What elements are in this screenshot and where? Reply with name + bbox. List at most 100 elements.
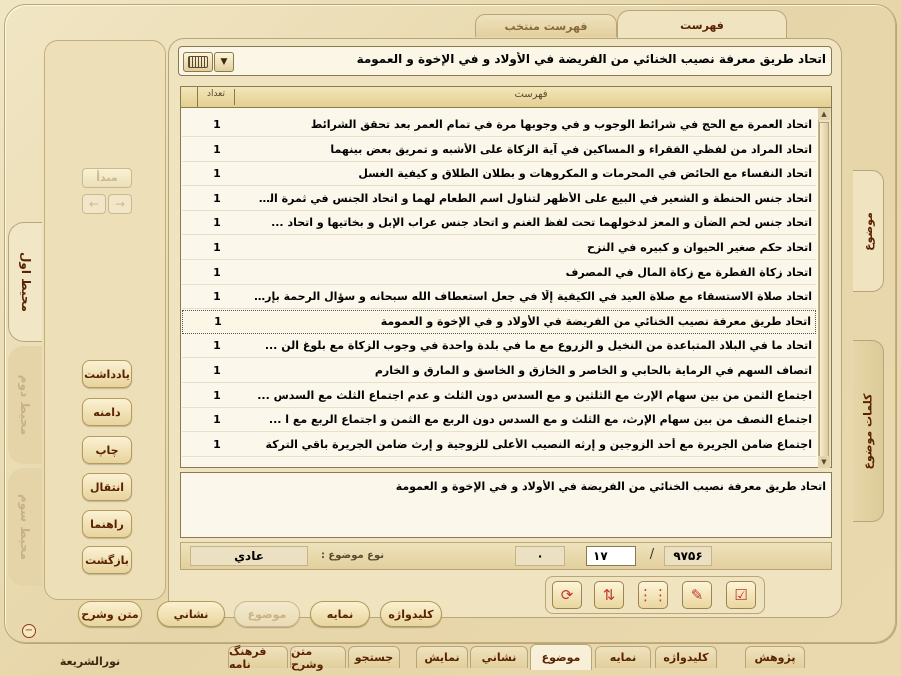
table-row[interactable]: اتحاد العمرة مع الحج في شرائط الوجوب و ف… <box>182 113 816 137</box>
row-title: اتحاد العمرة مع الحج في شرائط الوجوب و ف… <box>310 118 812 131</box>
row-count: 1 <box>213 265 221 279</box>
header-corner <box>181 87 198 107</box>
arrow-right-icon: → <box>114 197 126 211</box>
tab-environment-2[interactable]: محيط دوم <box>8 346 42 464</box>
minus-icon: − <box>24 625 34 636</box>
row-count: 1 <box>213 437 221 451</box>
zero-field: ۰ <box>515 546 565 566</box>
row-count: 1 <box>213 364 221 377</box>
scroll-thumb[interactable] <box>819 122 829 458</box>
text-commentary-button[interactable]: متن وشرح <box>78 601 142 627</box>
row-title: اتحاد المراد من لفظي الفقراء و المساكين … <box>330 142 812 156</box>
row-count: 1 <box>213 339 221 353</box>
row-count: 1 <box>213 216 221 230</box>
tab-dictionary[interactable]: فرهنگ نامه <box>228 645 288 671</box>
tab-topic-words[interactable]: كلمات موضوع <box>853 340 884 522</box>
tab-selected-index[interactable]: فهرست منتخب <box>475 14 617 37</box>
row-title: اتحاد زكاة الفطرة مع زكاة المال في المصر… <box>565 265 812 279</box>
scope-button[interactable]: دامنه <box>82 398 132 426</box>
row-title: اتحاد صلاة الاستسقاء مع صلاة العيد في ال… <box>252 290 812 304</box>
start-button[interactable]: مبدأ <box>82 168 132 188</box>
app-title: نورالشريعة <box>59 655 121 668</box>
table-row[interactable]: اتحاد حكم صغير الحيوان و كبيره في النزح 1 <box>182 236 816 260</box>
total-count: ۹۷۵۶ <box>664 546 712 566</box>
topic-type-label: نوع موضوع : <box>320 550 384 561</box>
tab-topic-right[interactable]: موضوع <box>853 170 884 292</box>
row-title: اتحاد جنس الحنطة و الشعير في البيع على ا… <box>252 191 812 205</box>
transfer-button[interactable]: انتقال <box>82 473 132 501</box>
row-count: 1 <box>213 167 221 181</box>
row-title: اجتماع ضامن الجريرة مع أحد الزوجين و إرث… <box>265 437 812 451</box>
tab-search[interactable]: جستجو <box>348 646 400 668</box>
row-count: 1 <box>213 142 221 156</box>
tab-environment-3[interactable]: محيط سوم <box>8 468 42 586</box>
table-row[interactable]: اجتماع الثمن من بين سهام الإرث مع الثلثي… <box>182 384 816 408</box>
minimize-button[interactable]: − <box>22 624 36 638</box>
column-header-title[interactable]: فهرست <box>236 89 826 105</box>
scroll-up-button[interactable]: ▲ <box>818 108 830 120</box>
check-list-icon: ☑ <box>734 586 748 604</box>
table-row[interactable]: اتصاف السهم في الرماية بالحابي و الخاصر … <box>182 359 816 383</box>
refresh-button[interactable]: ⟳ <box>552 581 582 609</box>
row-title: اجتماع النصف من بين سهام الإرث، مع الثلث… <box>268 413 812 427</box>
tab-environment-1[interactable]: محيط اول <box>8 222 42 342</box>
keyboard-button[interactable] <box>183 52 213 72</box>
row-count: 1 <box>214 315 222 329</box>
table-row[interactable]: اجتماع النصف من بين سهام الإرث، مع الثلث… <box>182 408 816 433</box>
return-button[interactable]: بازگشت <box>82 546 132 574</box>
tab-index-bottom[interactable]: نمايه <box>595 646 651 668</box>
row-count: 1 <box>213 118 221 131</box>
index-button[interactable]: نمايه <box>310 601 370 627</box>
row-count: 1 <box>213 290 221 304</box>
print-button[interactable]: چاپ <box>82 436 132 464</box>
help-button[interactable]: راهنما <box>82 510 132 538</box>
tab-topic[interactable]: موضوع <box>530 644 592 670</box>
tab-keyword[interactable]: كليدواژه <box>655 646 717 668</box>
preview-text: اتحاد طريق معرفة نصيب الخنائي من الفريضة… <box>395 480 826 493</box>
row-title: اتحاد حكم صغير الحيوان و كبيره في النزح <box>587 241 812 254</box>
scroll-down-button[interactable]: ▼ <box>818 456 830 468</box>
refresh-icon: ⟳ <box>560 586 574 604</box>
tab-index[interactable]: فهرست <box>617 10 787 39</box>
grid-icon: ⋮⋮ <box>638 586 668 604</box>
mark-button[interactable]: ✎ <box>682 581 712 609</box>
table-row[interactable]: اتحاد زكاة الفطرة مع زكاة المال في المصر… <box>182 261 816 285</box>
row-count: 1 <box>213 413 221 427</box>
keyword-button[interactable]: كليدواژه <box>380 601 442 627</box>
tab-text-commentary[interactable]: متن وشرح <box>290 645 346 671</box>
table-row[interactable]: اتحاد صلاة الاستسقاء مع صلاة العيد في ال… <box>182 285 816 310</box>
topic-button[interactable]: موضوع <box>234 601 300 627</box>
page-separator: / <box>649 547 655 562</box>
topic-type-value: عادي <box>190 546 308 566</box>
tab-address[interactable]: نشاني <box>470 646 528 668</box>
row-title: اجتماع الثمن من بين سهام الإرث مع الثلثي… <box>257 388 812 402</box>
table-row[interactable]: اتحاد جنس لحم الضأن و المعز لدخولهما تحت… <box>182 211 816 236</box>
note-button[interactable]: يادداشت <box>82 360 132 388</box>
table-row[interactable]: اتحاد جنس الحنطة و الشعير في البيع على ا… <box>182 187 816 211</box>
dropdown-button[interactable]: ▼ <box>214 52 234 72</box>
header-query-text: اتحاد طريق معرفة نصيب الخنائي من الفريضة… <box>356 52 826 66</box>
table-row[interactable]: اتحاد المراد من لفظي الفقراء و المساكين … <box>182 138 816 162</box>
nav-forward-button[interactable]: → <box>108 194 132 214</box>
nav-back-button[interactable]: ← <box>82 194 106 214</box>
sort-button[interactable]: ⇅ <box>594 581 624 609</box>
grid-button[interactable]: ⋮⋮ <box>638 581 668 609</box>
table-row[interactable]: اتحاد ما في البلاد المتباعدة من النخيل و… <box>182 334 816 359</box>
table-row[interactable]: اتحاد طريق معرفة نصيب الخنائي من الفريضة… <box>182 309 816 334</box>
current-page-input[interactable]: ۱۷ <box>586 546 636 566</box>
keyboard-icon <box>188 56 208 68</box>
arrow-down-icon: ▼ <box>220 57 228 67</box>
row-count: 1 <box>213 241 221 254</box>
tab-display[interactable]: نمايش <box>416 646 468 668</box>
row-title: اتحاد ما في البلاد المتباعدة من النخيل و… <box>264 339 812 353</box>
arrow-left-icon: ← <box>88 197 100 211</box>
check-list-button[interactable]: ☑ <box>726 581 756 609</box>
row-count: 1 <box>213 388 221 402</box>
row-count: 1 <box>213 191 221 205</box>
table-row[interactable]: اتحاد النفساء مع الحائض في المحرمات و ال… <box>182 162 816 187</box>
tab-research[interactable]: پژوهش <box>745 646 805 668</box>
address-button[interactable]: نشاني <box>157 601 225 627</box>
table-row[interactable]: اجتماع ضامن الجريرة مع أحد الزوجين و إرث… <box>182 433 816 457</box>
row-title: اتحاد جنس لحم الضأن و المعز لدخولهما تحت… <box>271 216 812 230</box>
column-header-count[interactable]: تعداد <box>198 89 235 105</box>
